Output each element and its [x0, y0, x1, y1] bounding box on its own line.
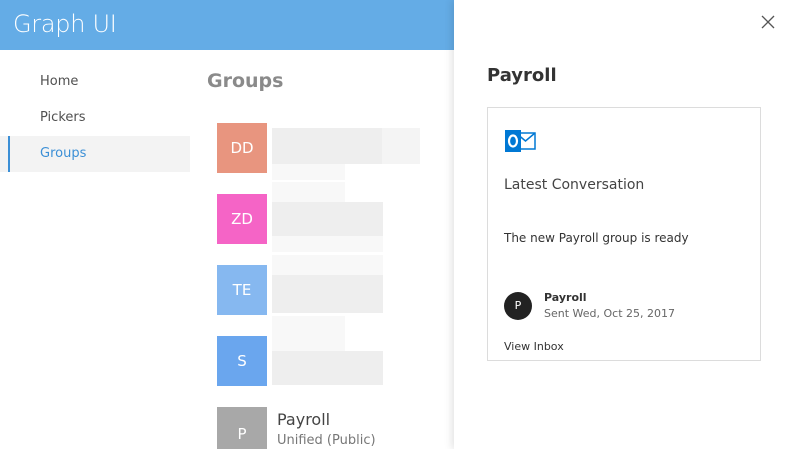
loading-placeholder: [272, 255, 383, 275]
loading-placeholder: [272, 236, 383, 252]
group-item-dd[interactable]: DD: [217, 123, 447, 180]
group-avatar: TE: [217, 265, 267, 315]
group-detail-panel: Payroll Latest Conversation The new Payr…: [454, 0, 795, 449]
loading-placeholder: [272, 351, 383, 385]
sidebar-item-groups[interactable]: Groups: [0, 136, 190, 172]
loading-placeholder: [272, 275, 383, 313]
card-heading: Latest Conversation: [504, 177, 645, 193]
avatar: P: [504, 292, 532, 320]
group-item-zd[interactable]: ZD: [217, 182, 447, 252]
page-title: Groups: [207, 70, 284, 92]
group-item-payroll[interactable]: P Payroll Unified (Public): [217, 407, 447, 449]
sidebar-item-pickers[interactable]: Pickers: [0, 100, 190, 136]
app-header: Graph UI: [0, 0, 454, 50]
sidebar-nav: Home Pickers Groups: [0, 64, 190, 172]
group-avatar: P: [217, 407, 267, 449]
group-name: Payroll: [277, 410, 331, 429]
conversation-card: Latest Conversation The new Payroll grou…: [487, 107, 761, 361]
loading-placeholder: [272, 128, 382, 164]
view-inbox-link[interactable]: View Inbox: [504, 340, 564, 353]
group-avatar: S: [217, 336, 267, 386]
loading-placeholder: [382, 128, 420, 164]
loading-placeholder: [272, 182, 345, 202]
loading-placeholder: [272, 164, 345, 180]
sent-date: Sent Wed, Oct 25, 2017: [544, 307, 676, 320]
close-icon[interactable]: [760, 14, 776, 30]
conversation-preview: The new Payroll group is ready: [504, 231, 689, 245]
sidebar-item-home[interactable]: Home: [0, 64, 190, 100]
group-avatar: ZD: [217, 194, 267, 244]
app-window: Graph UI Home Pickers Groups Groups DD Z…: [0, 0, 795, 449]
sender-name: Payroll: [544, 291, 587, 304]
group-type: Unified (Public): [277, 433, 376, 448]
loading-placeholder: [272, 202, 383, 236]
group-avatar: DD: [217, 123, 267, 173]
panel-title: Payroll: [487, 65, 557, 86]
outlook-icon: [504, 128, 536, 154]
group-item-te[interactable]: TE: [217, 255, 447, 315]
loading-placeholder: [272, 316, 345, 351]
app-title: Graph UI: [13, 10, 117, 38]
group-item-s[interactable]: S: [217, 316, 447, 386]
